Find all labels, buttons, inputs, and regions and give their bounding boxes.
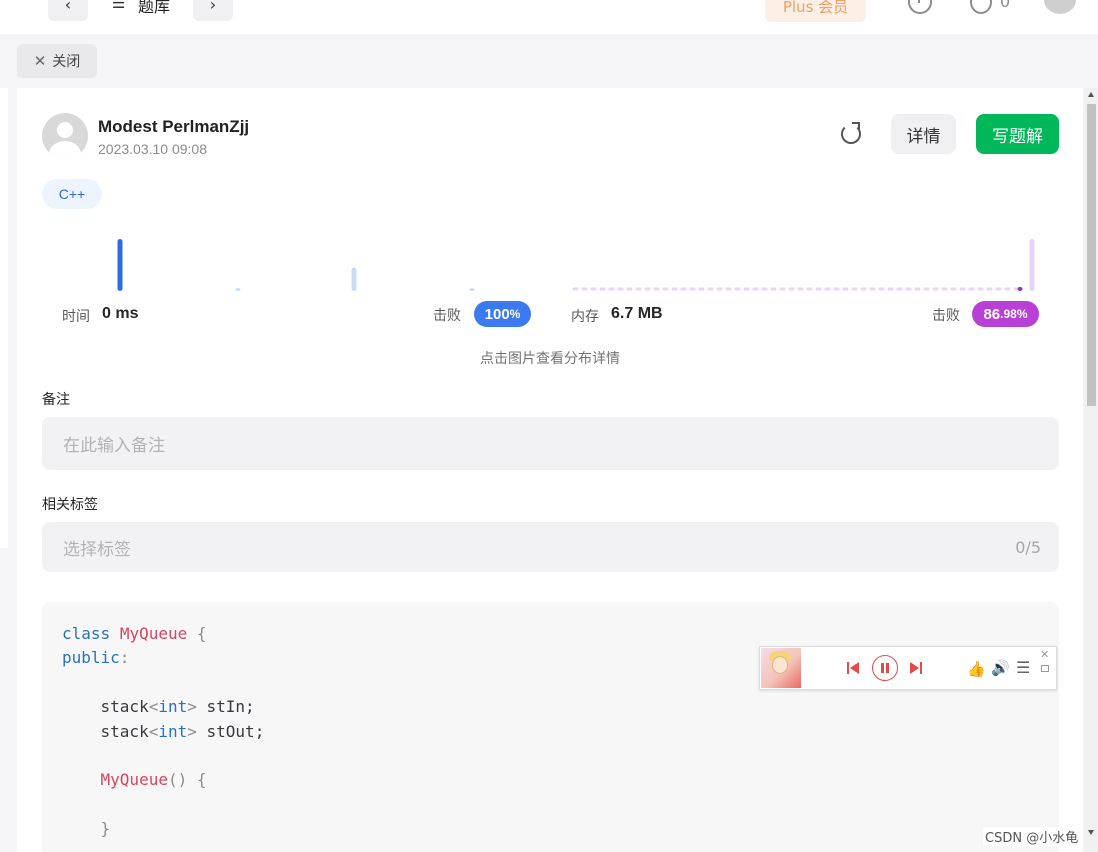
chevron-right-icon: › — [209, 0, 217, 14]
code-token: > — [187, 697, 197, 717]
streak-count: 0 — [1000, 0, 1011, 11]
top-navigation-bar: ‹ ☰ 题库 › Plus 会员 0 — [0, 0, 1098, 34]
code-line: MyQueue() { — [62, 768, 1039, 792]
music-player-widget: 👍 🔊 ☰ ✕ — [759, 646, 1057, 690]
memory-beat-frac: .98% — [1000, 307, 1028, 321]
close-label: 关闭 — [52, 54, 81, 70]
code-token: int — [158, 721, 188, 741]
chevron-left-icon: ‹ — [64, 0, 72, 14]
distribution-hint: 点击图片查看分布详情 — [480, 351, 620, 367]
cover-face — [772, 656, 788, 674]
previous-track-icon[interactable] — [847, 662, 859, 674]
solution-panel: Modest PerlmanZjj 2023.03.10 09:08 详情 写题… — [17, 88, 1083, 852]
tags-count: 0/5 — [1015, 537, 1041, 557]
notes-label: 备注 — [42, 392, 70, 408]
code-token: int — [158, 697, 188, 717]
runtime-value: 0 ms — [102, 305, 139, 322]
code-token: public — [62, 648, 120, 668]
clock-icon[interactable] — [908, 0, 932, 14]
code-line: stack<int> stIn; — [62, 695, 1039, 719]
streak-icon[interactable] — [970, 0, 992, 14]
user-avatar[interactable] — [1044, 0, 1076, 14]
vertical-scrollbar[interactable] — [1084, 88, 1098, 852]
left-panel-edge — [0, 88, 8, 548]
code-line: } — [62, 817, 1039, 841]
code-token: () { — [167, 770, 207, 790]
tags-placeholder: 选择标签 — [63, 539, 131, 560]
runtime-beat-badge: 100% — [474, 301, 531, 327]
memory-beat-int: 86 — [983, 305, 1001, 323]
distribution-bar[interactable] — [235, 288, 241, 291]
volume-icon[interactable]: 🔊 — [991, 659, 1010, 677]
scroll-down-arrow-icon[interactable] — [1088, 830, 1094, 835]
runtime-label: 时间 — [62, 309, 90, 325]
code-token: stOut; — [196, 721, 265, 741]
code-token: MyQueue — [100, 770, 168, 790]
code-token: : — [119, 648, 130, 668]
code-token: { — [187, 624, 207, 643]
plus-membership-button[interactable]: Plus 会员 — [765, 0, 866, 22]
code-token: } — [62, 819, 111, 839]
next-track-icon[interactable] — [910, 662, 922, 674]
code-token: stack — [62, 697, 149, 717]
code-token: MyQueue — [119, 624, 188, 643]
distribution-bar[interactable] — [1029, 239, 1035, 291]
distribution-bar[interactable] — [351, 267, 357, 291]
code-block[interactable]: class MyQueue {public: stack<int> stIn; … — [42, 602, 1059, 852]
notes-input[interactable]: 在此输入备注 — [42, 417, 1059, 470]
like-icon[interactable]: 👍 — [967, 660, 986, 678]
previous-problem-button[interactable]: ‹ — [48, 0, 88, 21]
code-token: < — [148, 697, 159, 717]
watermark: CSDN @小水龟 — [983, 827, 1081, 846]
distribution-charts[interactable] — [17, 88, 1083, 348]
next-problem-button[interactable]: › — [193, 0, 233, 21]
album-cover-image[interactable] — [761, 648, 801, 688]
code-token: stack — [62, 721, 149, 741]
tags-select[interactable]: 选择标签 0/5 — [42, 522, 1059, 572]
tags-label: 相关标签 — [42, 497, 98, 513]
close-icon: ✕ — [33, 52, 47, 70]
runtime-distribution-chart[interactable] — [117, 239, 475, 291]
memory-value: 6.7 MB — [611, 305, 663, 322]
runtime-beat-label: 击败 — [433, 308, 461, 324]
memory-distribution-chart[interactable] — [572, 239, 1035, 291]
code-line: class MyQueue { — [62, 622, 1039, 646]
runtime-beat-value: 100 — [484, 305, 510, 323]
player-minimize-icon[interactable] — [1041, 665, 1049, 672]
pause-button[interactable] — [872, 655, 898, 681]
code-token: class — [62, 624, 111, 643]
scroll-up-arrow-icon[interactable] — [1088, 92, 1094, 97]
problem-library-link[interactable]: 题库 — [138, 0, 170, 17]
notes-placeholder: 在此输入备注 — [63, 436, 165, 456]
runtime-beat-unit: % — [509, 307, 521, 321]
code-token: < — [148, 721, 159, 741]
scrollbar-thumb[interactable] — [1087, 104, 1096, 406]
distribution-bar[interactable] — [1017, 286, 1023, 291]
list-icon[interactable]: ☰ — [112, 0, 125, 12]
playlist-icon[interactable]: ☰ — [1016, 658, 1030, 677]
close-button[interactable]: ✕ 关闭 — [17, 44, 97, 78]
player-close-icon[interactable]: ✕ — [1040, 648, 1049, 661]
code-token: stIn; — [196, 697, 255, 717]
distribution-bar[interactable] — [469, 288, 475, 291]
memory-beat-badge: 86.98% — [972, 301, 1039, 327]
memory-beat-label: 击败 — [932, 308, 960, 324]
code-line: stack<int> stOut; — [62, 720, 1039, 744]
memory-label: 内存 — [571, 309, 599, 325]
code-token: > — [187, 721, 197, 741]
distribution-bar[interactable] — [117, 239, 123, 291]
